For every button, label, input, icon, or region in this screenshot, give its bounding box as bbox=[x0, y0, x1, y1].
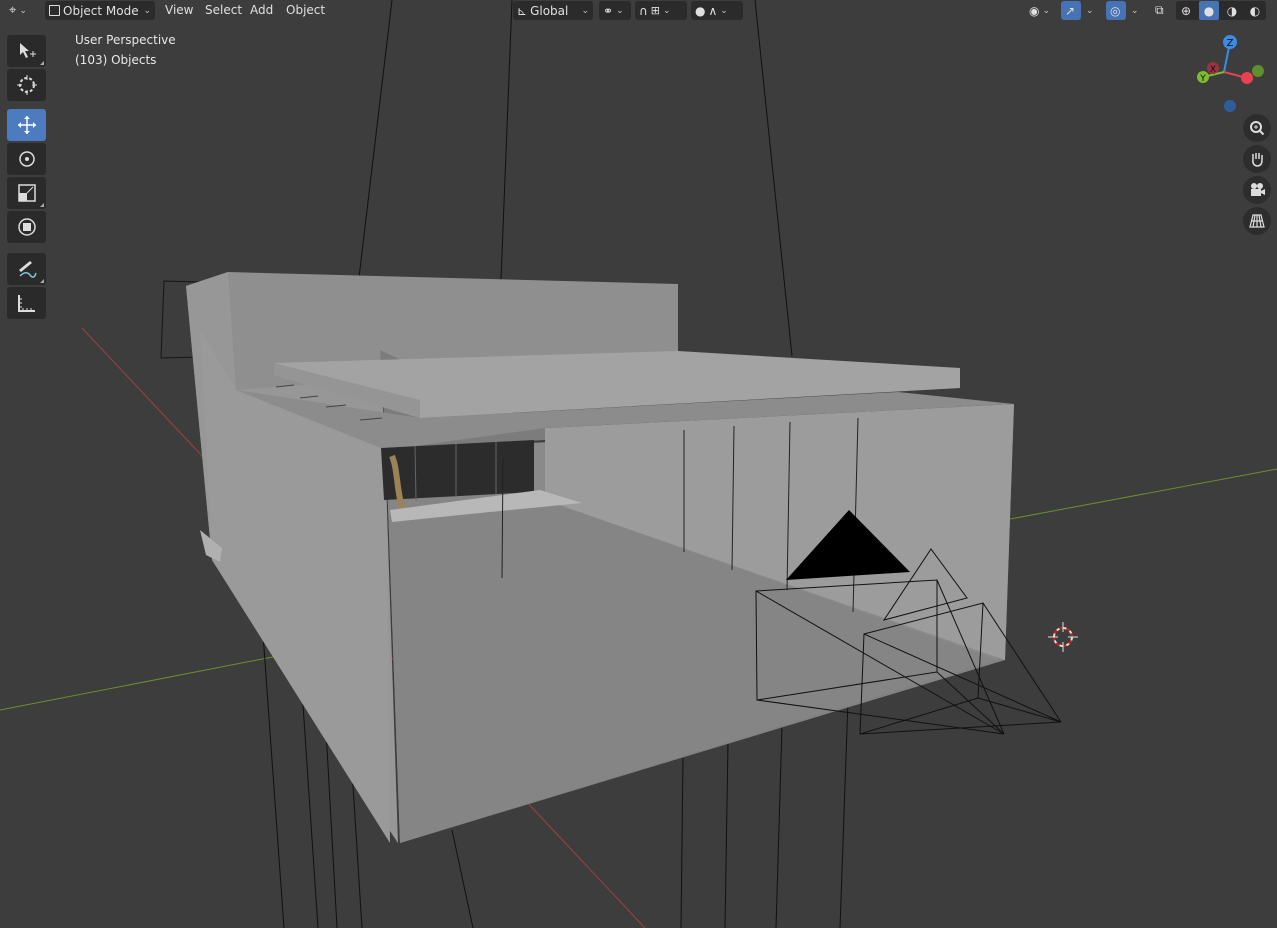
chevron-down-icon: ⌄ bbox=[1131, 5, 1139, 16]
transform-tool[interactable] bbox=[7, 211, 46, 243]
zoom-icon bbox=[1250, 121, 1265, 136]
overlays-toggle-button[interactable]: ◎ bbox=[1106, 1, 1126, 20]
select-cursor-icon bbox=[19, 43, 36, 58]
chevron-down-icon: ⌄ bbox=[19, 5, 27, 16]
solid-shading-icon[interactable]: ● bbox=[1199, 1, 1219, 20]
ortho-toggle-button[interactable] bbox=[1243, 207, 1271, 235]
camera-view-button[interactable] bbox=[1243, 176, 1271, 204]
gizmo-x-label: X bbox=[1210, 65, 1216, 75]
navigation-gizmo[interactable]: Z X Y bbox=[1197, 35, 1264, 112]
annotate-tool[interactable] bbox=[7, 253, 46, 285]
global-axes-icon: ⊾ bbox=[517, 3, 528, 18]
zoom-button[interactable] bbox=[1243, 114, 1271, 142]
snap-increment-icon: ⊞ bbox=[650, 4, 661, 17]
gizmo-y-label: Y bbox=[1199, 74, 1206, 84]
gizmo-toggle-button[interactable]: ↗ bbox=[1061, 1, 1081, 20]
transform-orientation-dropdown[interactable]: ⊾ Global ⌄ bbox=[513, 1, 593, 20]
chevron-down-icon: ⌄ bbox=[720, 5, 728, 16]
3d-viewport[interactable]: Z X Y bbox=[0, 0, 1277, 928]
chevron-down-icon: ⌄ bbox=[1086, 5, 1094, 16]
move-arrows-icon bbox=[17, 116, 36, 134]
scale-tool[interactable] bbox=[7, 177, 46, 209]
menu-object[interactable]: Object bbox=[280, 1, 331, 20]
shading-mode-group: ⊕ ● ◑ ◐ bbox=[1176, 1, 1266, 20]
chevron-down-icon: ⌄ bbox=[663, 5, 671, 16]
transform-icon bbox=[17, 218, 36, 236]
proportional-edit-controls[interactable]: ● ∧ ⌄ bbox=[691, 1, 743, 20]
select-box-tool[interactable] bbox=[7, 35, 46, 67]
y-axis-line-right bbox=[1004, 468, 1277, 521]
rotate-tool[interactable] bbox=[7, 143, 46, 175]
move-tool[interactable] bbox=[7, 109, 46, 141]
pan-hand-icon bbox=[1252, 153, 1263, 167]
overlays-dropdown[interactable]: ⌄ bbox=[1127, 1, 1143, 20]
annotate-pencil-icon bbox=[18, 261, 37, 278]
mode-dropdown[interactable]: Object Mode ⌄ bbox=[45, 1, 155, 20]
mode-label: Object Mode bbox=[63, 3, 139, 18]
wireframe-shading-icon[interactable]: ⊕ bbox=[1176, 4, 1196, 18]
magnet-icon: ∩ bbox=[639, 3, 648, 18]
orientation-label: Global bbox=[530, 3, 569, 18]
object-mode-icon bbox=[49, 5, 60, 16]
gizmo-dropdown[interactable]: ⌄ bbox=[1082, 1, 1098, 20]
cursor-tool[interactable] bbox=[7, 69, 46, 101]
3d-cursor-icon bbox=[1048, 622, 1078, 652]
ortho-grid-icon bbox=[1249, 214, 1265, 228]
measure-ruler-icon bbox=[17, 295, 35, 312]
viewport-header: ⌖ ⌄ Object Mode ⌄ View Select Add Object … bbox=[0, 0, 1277, 22]
y-axis-line-left bbox=[0, 653, 289, 711]
chevron-down-icon: ⌄ bbox=[143, 5, 151, 16]
rotate-icon bbox=[18, 151, 35, 167]
cursor-icon bbox=[16, 75, 37, 95]
proportional-edit-icon: ● bbox=[695, 3, 706, 18]
overlays-icon: ◎ bbox=[1110, 3, 1121, 18]
camera-view-icon bbox=[1251, 183, 1265, 196]
pivot-point-dropdown[interactable]: ⚭ ⌄ bbox=[599, 1, 631, 20]
gizmo-toggle-icon: ↗ bbox=[1065, 3, 1076, 18]
menu-view[interactable]: View bbox=[159, 1, 199, 20]
scale-icon bbox=[17, 184, 36, 202]
chevron-down-icon: ⌄ bbox=[581, 5, 589, 16]
selection-info: (103) Objects bbox=[75, 53, 157, 67]
view3d-icon: ⌖ bbox=[9, 3, 17, 18]
chevron-down-icon: ⌄ bbox=[1042, 5, 1051, 16]
menu-select[interactable]: Select bbox=[199, 1, 248, 20]
falloff-curve-icon: ∧ bbox=[708, 3, 718, 18]
material-shading-icon[interactable]: ◑ bbox=[1222, 4, 1242, 18]
pivot-point-icon: ⚭ bbox=[603, 3, 614, 18]
pan-button[interactable] bbox=[1243, 145, 1271, 173]
measure-tool[interactable] bbox=[7, 287, 46, 319]
gizmo-z-label: Z bbox=[1227, 38, 1234, 49]
editor-type-button[interactable]: ⌖ ⌄ bbox=[5, 1, 39, 20]
visibility-eye-icon: ◉ bbox=[1029, 3, 1040, 18]
menu-add[interactable]: Add bbox=[244, 1, 279, 20]
xray-button[interactable]: ⧉ bbox=[1151, 1, 1171, 20]
chevron-down-icon: ⌄ bbox=[616, 5, 624, 16]
snap-controls[interactable]: ∩ ⊞ ⌄ bbox=[635, 1, 687, 20]
visibility-dropdown[interactable]: ◉ ⌄ bbox=[1025, 1, 1055, 20]
view-name: User Perspective bbox=[75, 33, 176, 47]
rendered-shading-icon[interactable]: ◐ bbox=[1245, 4, 1265, 18]
xray-icon: ⧉ bbox=[1155, 3, 1164, 17]
